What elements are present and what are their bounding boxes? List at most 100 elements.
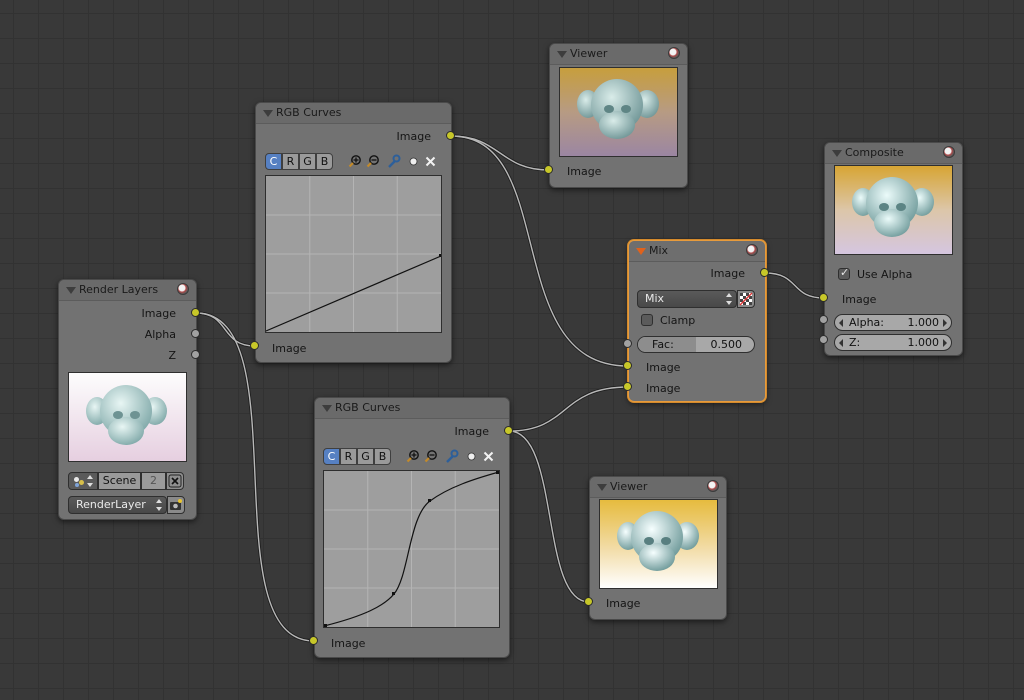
collapse-triangle-icon[interactable] xyxy=(66,287,76,294)
use-alpha-label: Use Alpha xyxy=(857,268,913,281)
node-header[interactable]: RGB Curves xyxy=(256,103,451,124)
rgb-curves-top-image-input-socket[interactable] xyxy=(250,341,259,350)
channel-selector[interactable]: C R G B xyxy=(265,153,333,170)
output-label-image: Image xyxy=(710,267,745,280)
composite-z-input-socket[interactable] xyxy=(819,335,828,344)
collapse-triangle-icon[interactable] xyxy=(557,51,567,58)
render-preview-image xyxy=(68,372,187,462)
preview-toggle-icon[interactable] xyxy=(707,480,719,492)
fac-label: Fac: xyxy=(652,338,674,351)
input-label-image: Image xyxy=(842,293,877,306)
composite-image-input-socket[interactable] xyxy=(819,293,828,302)
collapse-triangle-icon[interactable] xyxy=(263,110,273,117)
viewer-bottom-image-input-socket[interactable] xyxy=(584,597,593,606)
collapse-triangle-icon[interactable] xyxy=(322,405,332,412)
node-title: Render Layers xyxy=(79,283,159,296)
increment-arrow-icon[interactable] xyxy=(943,319,947,327)
zoom-in-icon[interactable] xyxy=(406,449,421,464)
mix-image-input-socket-2[interactable] xyxy=(623,382,632,391)
curve-editor[interactable] xyxy=(323,470,500,628)
close-icon[interactable] xyxy=(481,449,496,464)
render-layers-image-output-socket[interactable] xyxy=(191,308,200,317)
wrench-icon[interactable] xyxy=(444,449,459,464)
zoom-in-icon[interactable] xyxy=(348,154,363,169)
dot-icon[interactable] xyxy=(406,154,421,169)
node-title: Composite xyxy=(845,146,904,159)
z-value: 1.000 xyxy=(907,336,940,349)
render-layers-alpha-output-socket[interactable] xyxy=(191,329,200,338)
alpha-label: Alpha: xyxy=(849,316,884,329)
mix-fac-input-socket[interactable] xyxy=(623,339,632,348)
scene-name-field[interactable]: Scene xyxy=(98,472,141,490)
z-label: Z: xyxy=(849,336,861,349)
channel-c-button[interactable]: C xyxy=(323,448,340,465)
channel-g-button[interactable]: G xyxy=(357,448,374,465)
preview-toggle-icon[interactable] xyxy=(177,283,189,295)
dot-icon[interactable] xyxy=(464,449,479,464)
decrement-arrow-icon[interactable] xyxy=(839,319,843,327)
fac-field[interactable]: Fac: 0.500 xyxy=(637,336,755,353)
node-header[interactable]: Composite xyxy=(825,143,962,164)
node-title: Mix xyxy=(649,244,669,257)
rgb-curves-bottom-image-input-socket[interactable] xyxy=(309,636,318,645)
render-layer-value: RenderLayer xyxy=(76,498,146,511)
use-alpha-checkbox[interactable] xyxy=(838,266,850,280)
node-header[interactable]: Viewer xyxy=(590,477,726,498)
viewer-top-image-input-socket[interactable] xyxy=(544,165,553,174)
output-label-image: Image xyxy=(141,307,176,320)
scene-selector[interactable]: Scene 2 xyxy=(68,472,184,490)
composite-node[interactable]: Composite Use Alpha Image Alpha: 1.000 Z… xyxy=(824,142,963,356)
viewer-node-top[interactable]: Viewer Image xyxy=(549,43,688,188)
curve-editor[interactable] xyxy=(265,175,442,333)
rgb-curves-top-image-output-socket[interactable] xyxy=(446,131,455,140)
scene-users-count[interactable]: 2 xyxy=(141,472,166,490)
mix-image-input-socket-1[interactable] xyxy=(623,361,632,370)
decrement-arrow-icon[interactable] xyxy=(839,339,843,347)
collapse-triangle-icon[interactable] xyxy=(597,484,607,491)
rgb-curves-bottom-image-output-socket[interactable] xyxy=(504,426,513,435)
alpha-toggle-button[interactable] xyxy=(737,290,755,308)
blend-mode-dropdown[interactable]: Mix xyxy=(637,290,737,308)
increment-arrow-icon[interactable] xyxy=(943,339,947,347)
zoom-out-icon[interactable] xyxy=(424,449,439,464)
zoom-out-icon[interactable] xyxy=(366,154,381,169)
viewer-preview-image xyxy=(599,499,718,589)
composite-alpha-input-socket[interactable] xyxy=(819,315,828,324)
preview-toggle-icon[interactable] xyxy=(668,47,680,59)
channel-r-button[interactable]: R xyxy=(282,153,299,170)
node-title: Viewer xyxy=(610,480,648,493)
fac-value: 0.500 xyxy=(710,338,743,351)
mix-node[interactable]: Mix Image Mix Clamp Fac: 0.500 Image Ima… xyxy=(628,240,766,402)
channel-c-button[interactable]: C xyxy=(265,153,282,170)
node-header[interactable]: Mix xyxy=(629,241,765,262)
channel-g-button[interactable]: G xyxy=(299,153,316,170)
alpha-field[interactable]: Alpha: 1.000 xyxy=(834,314,952,331)
render-layers-node[interactable]: Render Layers Image Alpha Z Scene 2 Rend… xyxy=(58,279,197,520)
channel-selector[interactable]: C R G B xyxy=(323,448,391,465)
preview-toggle-icon[interactable] xyxy=(943,146,955,158)
scene-browse-icon[interactable] xyxy=(68,472,98,490)
scene-unlink-button[interactable] xyxy=(166,472,184,490)
z-field[interactable]: Z: 1.000 xyxy=(834,334,952,351)
node-header[interactable]: RGB Curves xyxy=(315,398,509,419)
output-label-z: Z xyxy=(168,349,176,362)
collapse-triangle-icon[interactable] xyxy=(636,248,646,255)
node-header[interactable]: Viewer xyxy=(550,44,687,65)
viewer-node-bottom[interactable]: Viewer Image xyxy=(589,476,727,620)
preview-toggle-icon[interactable] xyxy=(746,244,758,256)
mix-image-output-socket[interactable] xyxy=(760,268,769,277)
channel-b-button[interactable]: B xyxy=(316,153,333,170)
render-layers-z-output-socket[interactable] xyxy=(191,350,200,359)
channel-b-button[interactable]: B xyxy=(374,448,391,465)
rgb-curves-node-top[interactable]: RGB Curves Image C R G B Image xyxy=(255,102,452,363)
collapse-triangle-icon[interactable] xyxy=(832,150,842,157)
clamp-checkbox[interactable] xyxy=(641,314,653,326)
node-header[interactable]: Render Layers xyxy=(59,280,196,301)
render-layer-camera-button[interactable] xyxy=(167,496,185,514)
render-layer-dropdown[interactable]: RenderLayer xyxy=(68,496,167,514)
close-icon[interactable] xyxy=(423,154,438,169)
channel-r-button[interactable]: R xyxy=(340,448,357,465)
wrench-icon[interactable] xyxy=(386,154,401,169)
rgb-curves-node-bottom[interactable]: RGB Curves Image C R G B Image xyxy=(314,397,510,658)
output-label-image: Image xyxy=(454,425,489,438)
